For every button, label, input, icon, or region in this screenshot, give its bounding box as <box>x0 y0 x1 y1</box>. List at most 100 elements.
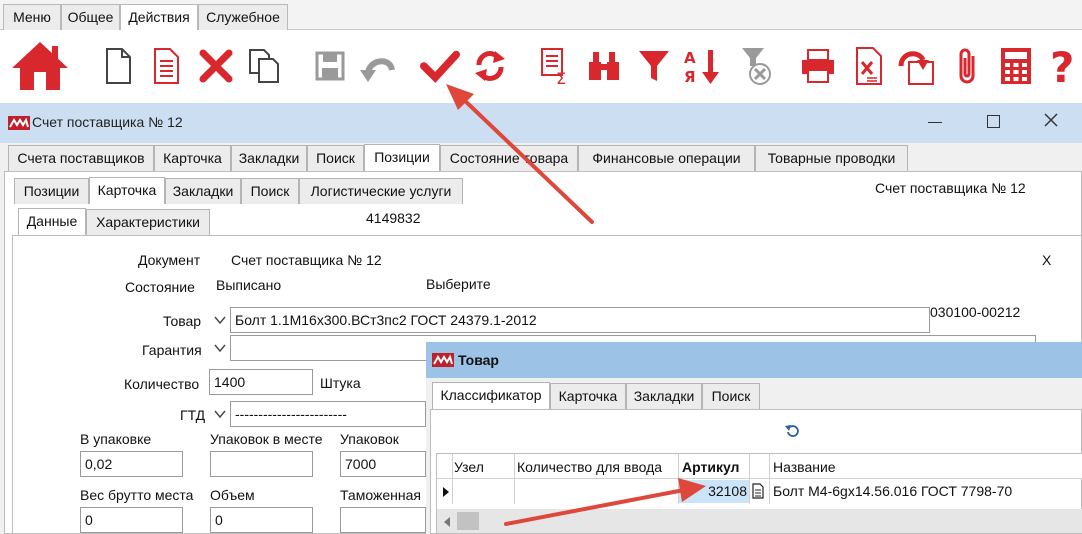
cell-name[interactable]: Болт М4-6gх14.56.016 ГОСТ 7798-70 <box>773 483 1012 499</box>
attach-icon[interactable] <box>948 44 988 88</box>
cell-article[interactable]: 32108 <box>679 483 747 499</box>
subtab-bookmarks[interactable]: Закладки <box>165 178 241 204</box>
volume-label: Объем <box>210 487 255 503</box>
home-icon[interactable] <box>10 38 70 94</box>
menu-tab-menu[interactable]: Меню <box>3 4 61 30</box>
print-icon[interactable] <box>798 44 838 88</box>
window-title-bar: Счет поставщика № 12 <box>0 103 1082 143</box>
excel-export-icon[interactable] <box>848 44 888 88</box>
in-pack-field[interactable]: 0,02 <box>80 451 183 477</box>
calculator-icon[interactable] <box>996 44 1036 88</box>
in-pack-label: В упаковке <box>80 431 152 447</box>
svg-text:Я: Я <box>684 68 696 86</box>
gtd-chevron-down-icon[interactable] <box>212 406 228 425</box>
maximize-icon[interactable] <box>987 115 1000 128</box>
product-field[interactable]: Болт 1.1М16х300.ВСт3пс2 ГОСТ 24379.1-201… <box>230 307 930 333</box>
clear-document-button[interactable]: X <box>1042 252 1051 268</box>
subtab-search[interactable]: Поиск <box>241 178 299 204</box>
product-code: 030100-00212 <box>930 304 1021 320</box>
unit-label: Штука <box>320 375 361 391</box>
customs-label: Таможенная <box>340 487 421 503</box>
document-label: Документ <box>138 252 201 268</box>
table-row[interactable]: 32108 Болт М4-6gх14.56.016 ГОСТ 7798-70 <box>437 480 1082 503</box>
import-icon[interactable] <box>896 44 936 88</box>
undo-icon[interactable] <box>358 44 398 88</box>
customs-field[interactable] <box>340 507 426 533</box>
popup-tab-bookmarks[interactable]: Закладки <box>626 383 702 409</box>
scroll-thumb[interactable] <box>457 512 479 530</box>
confirm-check-icon[interactable] <box>420 44 460 88</box>
svg-text:А: А <box>684 49 696 67</box>
tab-card[interactable]: Карточка <box>154 145 231 171</box>
document-icon[interactable] <box>752 483 764 502</box>
header-document-name: Счет поставщика № 12 <box>875 180 1026 196</box>
volume-field[interactable]: 0 <box>210 507 313 533</box>
tab-financial-operations[interactable]: Финансовые операции <box>578 145 755 171</box>
window-title: Счет поставщика № 12 <box>32 114 183 130</box>
product-label: Товар <box>163 313 202 329</box>
popup-logo-icon <box>432 353 454 370</box>
document-value: Счет поставщика № 12 <box>231 252 382 268</box>
popup-title-bar: Товар <box>426 342 1082 378</box>
refresh-icon[interactable] <box>470 44 510 88</box>
filter-icon[interactable] <box>634 44 674 88</box>
popup-title: Товар <box>458 352 499 368</box>
packs-field[interactable]: 7000 <box>340 451 426 477</box>
state-label: Состояние <box>125 279 195 295</box>
popup-refresh-icon[interactable] <box>784 423 800 442</box>
warranty-chevron-down-icon[interactable] <box>212 340 228 359</box>
sum-document-icon[interactable]: Σ <box>536 44 576 88</box>
grid-header-name[interactable]: Название <box>773 459 836 475</box>
grid-header-article[interactable]: Артикул <box>682 459 739 475</box>
quantity-label: Количество <box>124 376 200 392</box>
app-logo-icon <box>8 116 30 133</box>
quantity-field[interactable]: 1400 <box>209 369 313 395</box>
svg-text:?: ? <box>1050 44 1074 88</box>
product-chevron-down-icon[interactable] <box>212 312 228 331</box>
menu-tab-bar: Меню Общее Действия Служебное <box>0 0 1082 31</box>
gross-weight-field[interactable]: 0 <box>80 507 183 533</box>
scroll-left-icon[interactable] <box>443 515 451 531</box>
packs-in-place-field[interactable] <box>210 451 313 477</box>
warranty-label: Гарантия <box>142 342 202 358</box>
popup-tab-classifier[interactable]: Классификатор <box>432 382 550 409</box>
tab-search[interactable]: Поиск <box>307 145 364 171</box>
menu-tab-actions[interactable]: Действия <box>120 4 198 31</box>
subsubtab-characteristics[interactable]: Характеристики <box>86 209 210 235</box>
tab-positions[interactable]: Позиции <box>364 144 440 171</box>
grid-header-qty[interactable]: Количество для ввода <box>517 459 662 475</box>
binoculars-icon[interactable] <box>584 44 624 88</box>
save-icon[interactable] <box>310 44 350 88</box>
choose-link[interactable]: Выберите <box>426 276 491 292</box>
popup-tab-search[interactable]: Поиск <box>702 383 760 409</box>
gross-weight-label: Вес брутто места <box>80 487 194 503</box>
sort-icon[interactable]: АЯ <box>682 44 722 88</box>
clear-filter-icon[interactable] <box>734 44 774 88</box>
svg-text:Σ: Σ <box>556 69 566 86</box>
subtab-positions[interactable]: Позиции <box>14 178 89 204</box>
tab-bookmarks[interactable]: Закладки <box>231 145 307 171</box>
subtab-card[interactable]: Карточка <box>89 177 165 204</box>
help-icon[interactable]: ? <box>1044 44 1080 88</box>
document-number: 4149832 <box>366 210 421 226</box>
menu-tab-service[interactable]: Служебное <box>198 4 288 30</box>
minimize-icon[interactable] <box>928 122 942 123</box>
toolbar: Σ АЯ ? <box>0 30 1082 102</box>
menu-tab-general[interactable]: Общее <box>61 4 120 30</box>
tab-goods-postings[interactable]: Товарные проводки <box>755 145 908 171</box>
edit-document-icon[interactable] <box>146 44 186 88</box>
tab-supplier-invoices[interactable]: Счета поставщиков <box>8 145 154 171</box>
copy-icon[interactable] <box>244 44 284 88</box>
horizontal-scrollbar[interactable] <box>437 509 1082 533</box>
tab-goods-state[interactable]: Состояние товара <box>440 145 578 171</box>
popup-tab-card[interactable]: Карточка <box>550 383 626 409</box>
subtab-logistics[interactable]: Логистические услуги <box>299 178 463 204</box>
row-pointer-icon <box>442 485 450 501</box>
grid-header-node[interactable]: Узел <box>454 459 484 475</box>
delete-icon[interactable] <box>196 44 236 88</box>
new-document-icon[interactable] <box>98 44 138 88</box>
subsubtab-data[interactable]: Данные <box>18 208 86 235</box>
close-icon[interactable] <box>1042 111 1060 132</box>
gtd-label: ГТД <box>180 407 206 423</box>
gtd-field[interactable]: ------------------------ <box>230 401 426 427</box>
